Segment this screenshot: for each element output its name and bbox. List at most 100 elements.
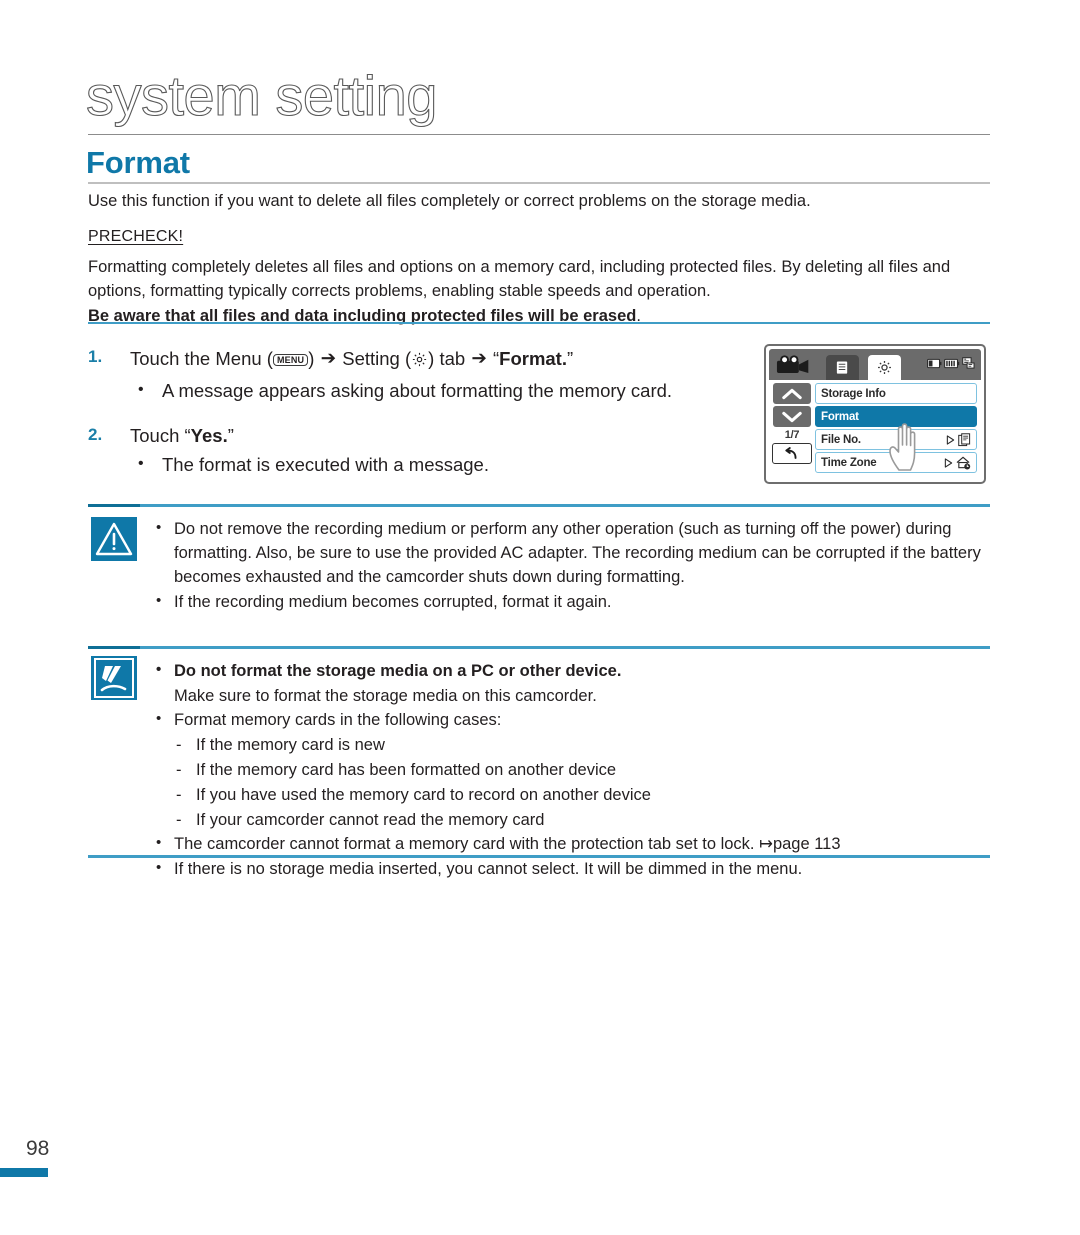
camcorder-icon bbox=[776, 355, 814, 379]
note-case-3-text: If you have used the memory card to reco… bbox=[196, 785, 651, 804]
step-1-text: 1. Touch the Menu (MENU) ➔ Setting () tab… bbox=[88, 344, 728, 376]
bullet-dot: • bbox=[138, 380, 144, 398]
precheck-paragraph: Formatting completely deletes all files … bbox=[88, 258, 951, 301]
lcd-menu-item-time-zone[interactable]: Time Zone bbox=[815, 452, 977, 473]
lcd-back-button[interactable] bbox=[772, 443, 812, 464]
chevron-down-icon bbox=[782, 411, 802, 422]
section-rule bbox=[88, 182, 990, 184]
note-box-content: • Do not format the storage media on a PC… bbox=[88, 646, 990, 882]
storage-icon bbox=[962, 357, 975, 369]
play-triangle-icon bbox=[944, 457, 953, 468]
lcd-tab-list[interactable] bbox=[826, 355, 859, 380]
lcd-menu-item-label: Format bbox=[821, 410, 859, 423]
step-2-quote-close: ” bbox=[227, 425, 234, 447]
rule-cap bbox=[88, 646, 140, 649]
lcd-menu-item-label: Time Zone bbox=[821, 456, 877, 469]
bullet-dot: • bbox=[138, 454, 144, 472]
list-icon bbox=[835, 360, 849, 375]
step-2-text: 2. Touch “Yes.” bbox=[88, 422, 728, 450]
note-bullet-protection-text: The camcorder cannot format a memory car… bbox=[174, 835, 755, 854]
caution-box-content: • Do not remove the recording medium or p… bbox=[88, 504, 990, 615]
precheck-label: PRECHECK! bbox=[88, 228, 184, 245]
caution-box-top-rule bbox=[88, 504, 990, 507]
note-case-4-text: If your camcorder cannot read the memory… bbox=[196, 810, 545, 829]
arrow-icon: ➔ bbox=[320, 347, 337, 368]
lcd-menu-list: Storage Info Format File No. Time Zone bbox=[815, 380, 981, 480]
step-1-target: Format. bbox=[499, 348, 567, 369]
bullet-dot: • bbox=[156, 519, 162, 536]
lcd-menu-item-label: Storage Info bbox=[821, 387, 886, 400]
chapter-rule bbox=[88, 134, 990, 135]
caution-bullet-1-text: Do not remove the recording medium or pe… bbox=[174, 520, 981, 586]
step-2-bullet-1: • The format is executed with a message. bbox=[88, 452, 728, 478]
step-1-setting-word: Setting ( bbox=[337, 348, 412, 369]
note-case-3: - If you have used the memory card to rec… bbox=[156, 784, 990, 808]
dash-marker: - bbox=[176, 735, 182, 754]
step-1: 1. Touch the Menu (MENU) ➔ Setting () tab… bbox=[88, 344, 728, 404]
lcd-nav-column: 1/7 bbox=[769, 380, 815, 480]
caution-bullet-2-text: If the recording medium becomes corrupte… bbox=[174, 592, 612, 611]
lcd-menu-item-storage-info[interactable]: Storage Info bbox=[815, 383, 977, 404]
lcd-top-bar bbox=[769, 349, 981, 380]
chevron-up-icon bbox=[782, 388, 802, 399]
battery-icon bbox=[927, 358, 942, 368]
note-bullet-no-media: • If there is no storage media inserted, … bbox=[156, 858, 990, 882]
back-arrow-icon bbox=[785, 446, 797, 459]
page-reference-link[interactable]: page 113 bbox=[773, 835, 841, 853]
bullet-dot: • bbox=[156, 859, 162, 877]
lcd-menu-item-format[interactable]: Format bbox=[815, 406, 977, 427]
note-box-bottom-rule bbox=[88, 855, 990, 858]
lcd-body: 1/7 Storage Info Format File No. Time Zo… bbox=[769, 380, 981, 480]
lcd-tab-setting[interactable] bbox=[868, 355, 901, 380]
dash-marker: - bbox=[176, 785, 182, 804]
step-1-bullet-1-text: A message appears asking about formattin… bbox=[162, 379, 673, 401]
step-1-after-menu: ) bbox=[308, 348, 320, 369]
footer-accent-bar bbox=[0, 1168, 48, 1177]
lcd-scroll-down-button[interactable] bbox=[773, 406, 811, 427]
note-case-4: - If your camcorder cannot read the memor… bbox=[156, 809, 990, 833]
lcd-scroll-up-button[interactable] bbox=[773, 383, 811, 404]
step-spacer bbox=[88, 408, 728, 422]
dash-marker: - bbox=[176, 760, 182, 779]
bullet-dot: • bbox=[156, 709, 162, 727]
note-bullet-main-sub: Make sure to format the storage media on… bbox=[174, 686, 597, 705]
precheck-warning-line: Be aware that all files and data includi… bbox=[88, 304, 993, 328]
note-bullet-no-media-text: If there is no storage media inserted, y… bbox=[174, 860, 803, 879]
step-1-quote-close: ” bbox=[566, 348, 574, 369]
battery-full-icon bbox=[944, 358, 960, 368]
note-bullet-main-text: Do not format the storage media on a PC … bbox=[174, 662, 622, 680]
step-1-tab-word: ) tab bbox=[428, 348, 471, 369]
chapter-title: system setting bbox=[85, 64, 438, 127]
step-1-bullet-1: • A message appears asking about formatti… bbox=[88, 378, 728, 404]
note-case-1: - If the memory card is new bbox=[156, 734, 990, 758]
note-pen-icon bbox=[91, 656, 137, 700]
home-clock-icon bbox=[956, 456, 971, 469]
caution-bullet-1: • Do not remove the recording medium or p… bbox=[156, 518, 990, 590]
gear-icon bbox=[411, 351, 428, 372]
note-box: • Do not format the storage media on a PC… bbox=[88, 646, 990, 878]
arrow-icon-2: ➔ bbox=[471, 347, 487, 368]
precheck-rule bbox=[88, 322, 990, 324]
page-number: 98 bbox=[26, 1137, 50, 1160]
step-2-target: Yes. bbox=[190, 425, 228, 447]
lcd-menu-item-submenu bbox=[946, 432, 971, 447]
note-bullet-cases: • Format memory cards in the following ca… bbox=[156, 709, 990, 733]
caution-box: • Do not remove the recording medium or p… bbox=[88, 504, 990, 630]
step-2-bullet-1-text: The format is executed with a message. bbox=[162, 453, 489, 475]
rule-cap bbox=[88, 504, 140, 507]
precheck-body: Formatting completely deletes all files … bbox=[88, 255, 993, 328]
step-2-number: 2. bbox=[88, 425, 103, 445]
play-triangle-icon bbox=[946, 434, 955, 445]
step-2: 2. Touch “Yes.” • The format is executed w… bbox=[88, 422, 728, 478]
note-bullet-main: • Do not format the storage media on a PC… bbox=[156, 660, 990, 684]
step-1-lead: Touch the Menu ( bbox=[130, 348, 273, 369]
lcd-menu-item-file-no[interactable]: File No. bbox=[815, 429, 977, 450]
step-1-bullets: • A message appears asking about formatti… bbox=[88, 378, 728, 404]
gear-icon bbox=[878, 361, 891, 374]
lcd-menu-item-submenu bbox=[944, 456, 971, 470]
note-case-2: - If the memory card has been formatted o… bbox=[156, 759, 990, 783]
intro-paragraph: Use this function if you want to delete … bbox=[88, 192, 811, 210]
lcd-screen-illustration: 1/7 Storage Info Format File No. Time Zo… bbox=[764, 344, 986, 484]
step-1-number: 1. bbox=[88, 347, 103, 366]
note-case-2-text: If the memory card has been formatted on… bbox=[196, 760, 617, 779]
